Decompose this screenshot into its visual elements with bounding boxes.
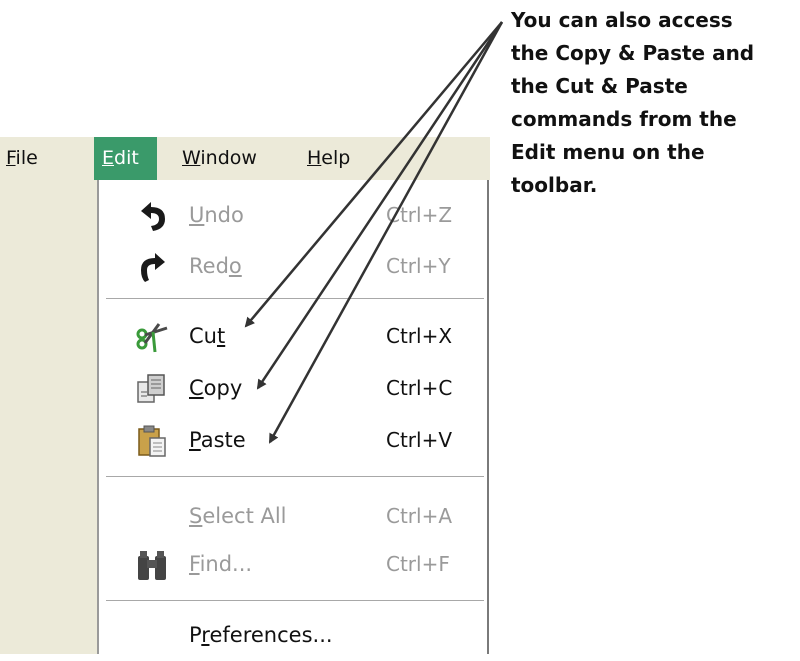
callout-line: Edit menu on the: [511, 140, 705, 164]
arrow-to-cut: [244, 21, 503, 328]
callout-line: the Copy & Paste and: [511, 41, 755, 65]
arrow-to-paste: [268, 21, 504, 444]
callout-line: commands from the: [511, 107, 737, 131]
arrow-to-copy: [256, 21, 504, 390]
callout-line: You can also access: [511, 8, 733, 32]
callout-text: You can also access the Copy & Paste and…: [511, 4, 796, 202]
callout-line: toolbar.: [511, 173, 598, 197]
callout-line: the Cut & Paste: [511, 74, 688, 98]
